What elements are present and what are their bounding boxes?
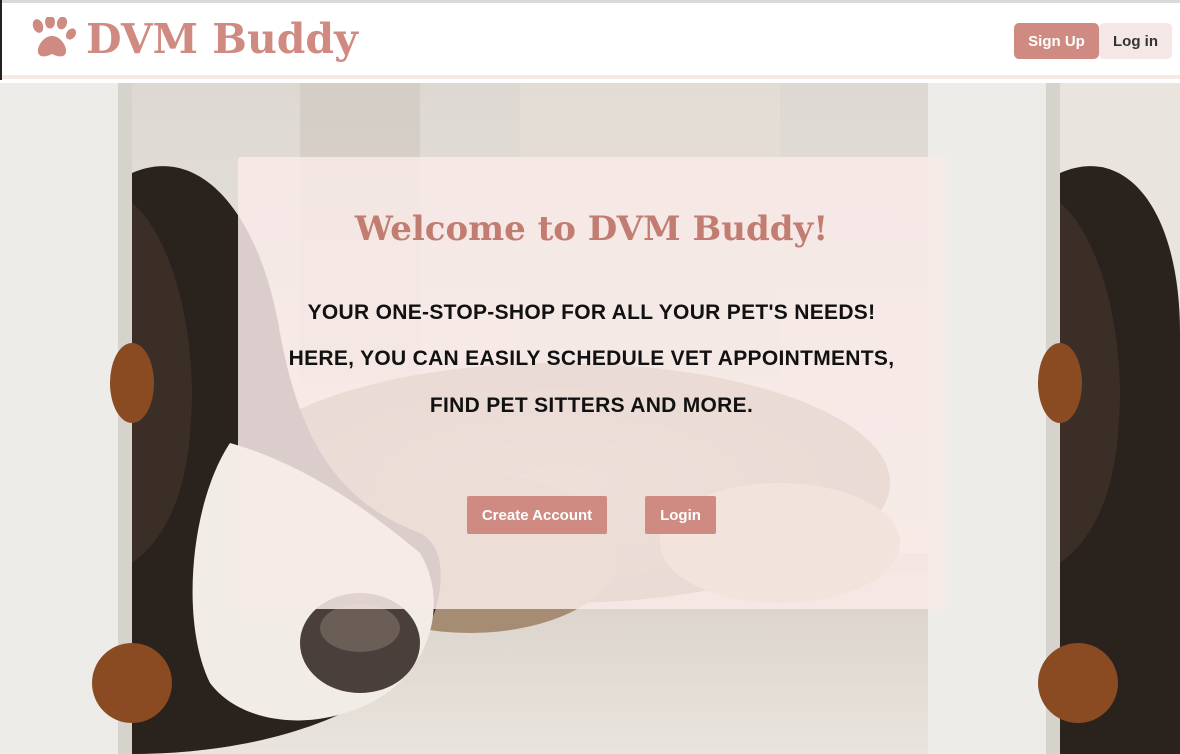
welcome-card: Welcome to DVM Buddy! YOUR ONE-STOP-SHOP… [238, 157, 945, 609]
hero-background-image-repeat [928, 83, 1180, 754]
sign-up-button[interactable]: Sign Up [1014, 23, 1099, 59]
tagline-line-2: HERE, YOU CAN EASILY SCHEDULE VET APPOIN… [288, 347, 895, 370]
paw-icon [32, 17, 76, 57]
login-button[interactable]: Login [645, 496, 716, 534]
brand-name: DVM Buddy [86, 14, 358, 63]
window-left-border [0, 0, 2, 80]
tagline-line-3: FIND PET SITTERS AND MORE. [429, 394, 754, 417]
tagline-line-1: YOUR ONE-STOP-SHOP FOR ALL YOUR PET'S NE… [307, 301, 876, 324]
brand-logo[interactable]: DVM Buddy [28, 11, 358, 67]
navbar: DVM Buddy Sign Up Log in [0, 3, 1180, 79]
create-account-button[interactable]: Create Account [467, 496, 607, 534]
welcome-title: Welcome to DVM Buddy! [354, 209, 829, 249]
log-in-button[interactable]: Log in [1099, 23, 1172, 59]
